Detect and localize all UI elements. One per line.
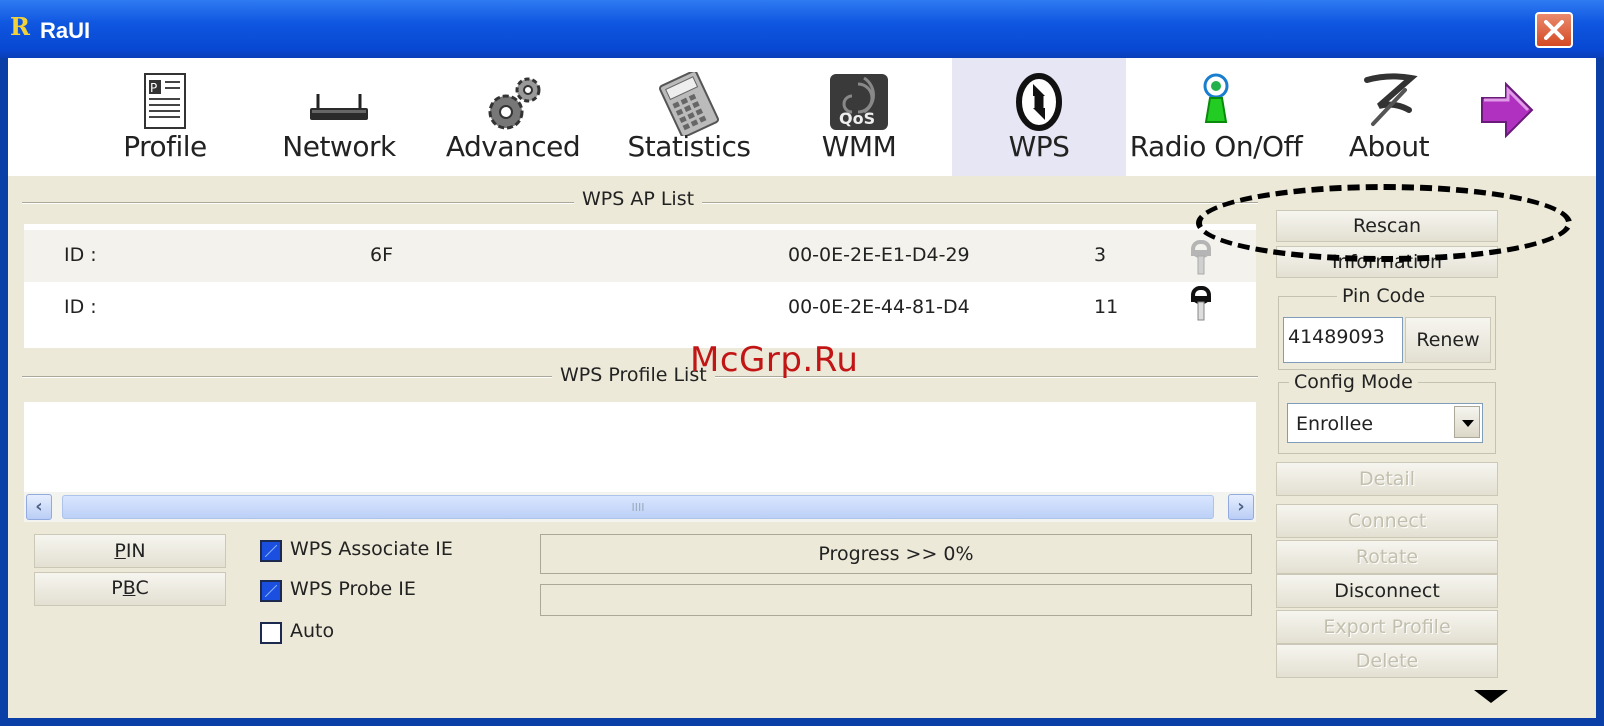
scroll-left-button[interactable]: ‹ — [26, 494, 52, 520]
wps-probe-ie-label: WPS Probe IE — [290, 578, 416, 600]
table-row[interactable]: ID : 00-0E-2E-44-81-D4 11 — [24, 282, 1256, 334]
advanced-icon — [488, 77, 541, 130]
ap-bssid: 00-0E-2E-44-81-D4 — [788, 296, 970, 318]
renew-label: Renew — [1416, 329, 1480, 351]
pin-code-field[interactable]: 41489093 — [1283, 317, 1403, 363]
scroll-thumb[interactable]: IIII — [62, 495, 1214, 519]
toolbar-network[interactable]: Network — [264, 58, 414, 176]
toolbar-label: Profile — [123, 130, 207, 163]
disconnect-button[interactable]: Disconnect — [1276, 574, 1498, 608]
toolbar-wps[interactable]: WPS — [952, 58, 1126, 176]
ap-channel: 3 — [1094, 244, 1107, 266]
pin-code-group: Pin Code 41489093 Renew — [1278, 285, 1496, 370]
pin-mnemonic: P — [114, 540, 126, 562]
statistics-icon — [659, 72, 719, 136]
export-profile-button[interactable]: Export Profile — [1276, 610, 1498, 644]
close-icon — [1544, 20, 1564, 40]
pbc-button[interactable]: PBC — [34, 572, 226, 606]
status-bar — [540, 584, 1252, 616]
pin-button[interactable]: PIN — [34, 534, 226, 568]
delete-label: Delete — [1355, 650, 1419, 672]
auto-label: Auto — [290, 620, 335, 642]
pbc-mnemonic: B — [122, 577, 136, 599]
toolbar-label: Statistics — [627, 130, 752, 163]
radio-icon — [1203, 73, 1229, 123]
scroll-right-button[interactable]: › — [1228, 494, 1254, 520]
progress-bar: Progress >> 0% — [540, 534, 1252, 574]
expand-down-button[interactable] — [1436, 684, 1542, 712]
wps-icon — [1016, 73, 1062, 131]
toolbar-statistics[interactable]: Statistics — [614, 58, 764, 176]
disconnect-label: Disconnect — [1334, 580, 1440, 602]
toolbar-wmm[interactable]: QoS WMM — [794, 58, 924, 176]
watermark: McGrp.Ru — [690, 340, 859, 380]
toolbar-label: Network — [282, 130, 396, 163]
renew-button[interactable]: Renew — [1405, 317, 1491, 363]
toolbar-label: WPS — [1008, 130, 1070, 163]
wps-associate-ie-checkbox[interactable] — [260, 540, 282, 562]
chevron-down-icon[interactable] — [1454, 406, 1480, 438]
detail-label: Detail — [1359, 468, 1415, 490]
wps-ap-list[interactable]: ID : 6F 00-0E-2E-E1-D4-29 3 ID : 00-0E-2… — [24, 224, 1256, 348]
pin-code-title: Pin Code — [1337, 285, 1431, 307]
pin-label-rest: IN — [125, 540, 146, 562]
window-title: RaUI — [40, 18, 91, 43]
ap-bssid: 00-0E-2E-E1-D4-29 — [788, 244, 970, 266]
toolbar-label: About — [1348, 130, 1430, 163]
ap-id-label: ID : — [64, 296, 97, 318]
close-button[interactable] — [1535, 12, 1573, 48]
config-mode-title: Config Mode — [1289, 371, 1418, 393]
config-mode-group: Config Mode Enrollee — [1278, 371, 1496, 454]
app-logo: R — [10, 12, 30, 41]
toolbar-about[interactable]: About — [1324, 58, 1454, 176]
profile-icon: P — [144, 73, 186, 129]
highlight-oval — [1196, 184, 1572, 262]
pbc-label-rest: C — [135, 577, 149, 599]
wmm-icon: QoS — [830, 74, 888, 130]
pbc-label-pre: P — [111, 577, 123, 599]
connect-label: Connect — [1347, 510, 1427, 532]
ap-list-title: WPS AP List — [574, 188, 703, 210]
delete-button[interactable]: Delete — [1276, 644, 1498, 678]
toolbar-label: WMM — [821, 130, 897, 163]
toolbar-next[interactable] — [1472, 58, 1542, 176]
toolbar-label: Advanced — [445, 130, 581, 163]
toolbar-radio[interactable]: Radio On/Off — [1126, 58, 1306, 176]
connect-button[interactable]: Connect — [1276, 504, 1498, 538]
config-mode-select[interactable]: Enrollee — [1287, 403, 1483, 443]
horizontal-scrollbar[interactable]: ‹ IIII › — [24, 492, 1256, 522]
toolbar-label: Radio On/Off — [1129, 130, 1303, 163]
pin-code-value: 41489093 — [1288, 326, 1385, 348]
arrow-right-icon — [1481, 81, 1534, 139]
raui-window: R RaUI P Profile Network Advanced Statis… — [0, 0, 1604, 726]
key-icon — [1191, 240, 1211, 275]
wps-associate-ie-label: WPS Associate IE — [290, 538, 453, 560]
config-mode-value: Enrollee — [1296, 413, 1374, 435]
key-icon — [1191, 286, 1211, 321]
svg-text:P: P — [150, 81, 157, 95]
ap-channel: 11 — [1094, 296, 1119, 318]
rotate-button[interactable]: Rotate — [1276, 540, 1498, 574]
network-icon — [310, 94, 368, 120]
progress-text: Progress >> 0% — [818, 543, 974, 565]
rotate-label: Rotate — [1355, 546, 1419, 568]
svg-text:QoS: QoS — [839, 109, 875, 128]
title-bar[interactable]: R RaUI — [0, 0, 1604, 58]
detail-button[interactable]: Detail — [1276, 462, 1498, 496]
export-profile-label: Export Profile — [1323, 616, 1451, 638]
toolbar-advanced[interactable]: Advanced — [438, 58, 588, 176]
ap-ssid: 6F — [370, 244, 394, 266]
wps-profile-list[interactable] — [24, 402, 1256, 492]
auto-checkbox[interactable] — [260, 622, 282, 644]
wps-probe-ie-checkbox[interactable] — [260, 580, 282, 602]
toolbar-profile[interactable]: P Profile — [90, 58, 240, 176]
ap-id-label: ID : — [64, 244, 97, 266]
grip-icon: IIII — [631, 501, 645, 514]
toolbar: P Profile Network Advanced Statistics Qo… — [8, 58, 1596, 176]
about-icon — [1364, 73, 1418, 126]
table-row[interactable]: ID : 6F 00-0E-2E-E1-D4-29 3 — [24, 230, 1256, 282]
